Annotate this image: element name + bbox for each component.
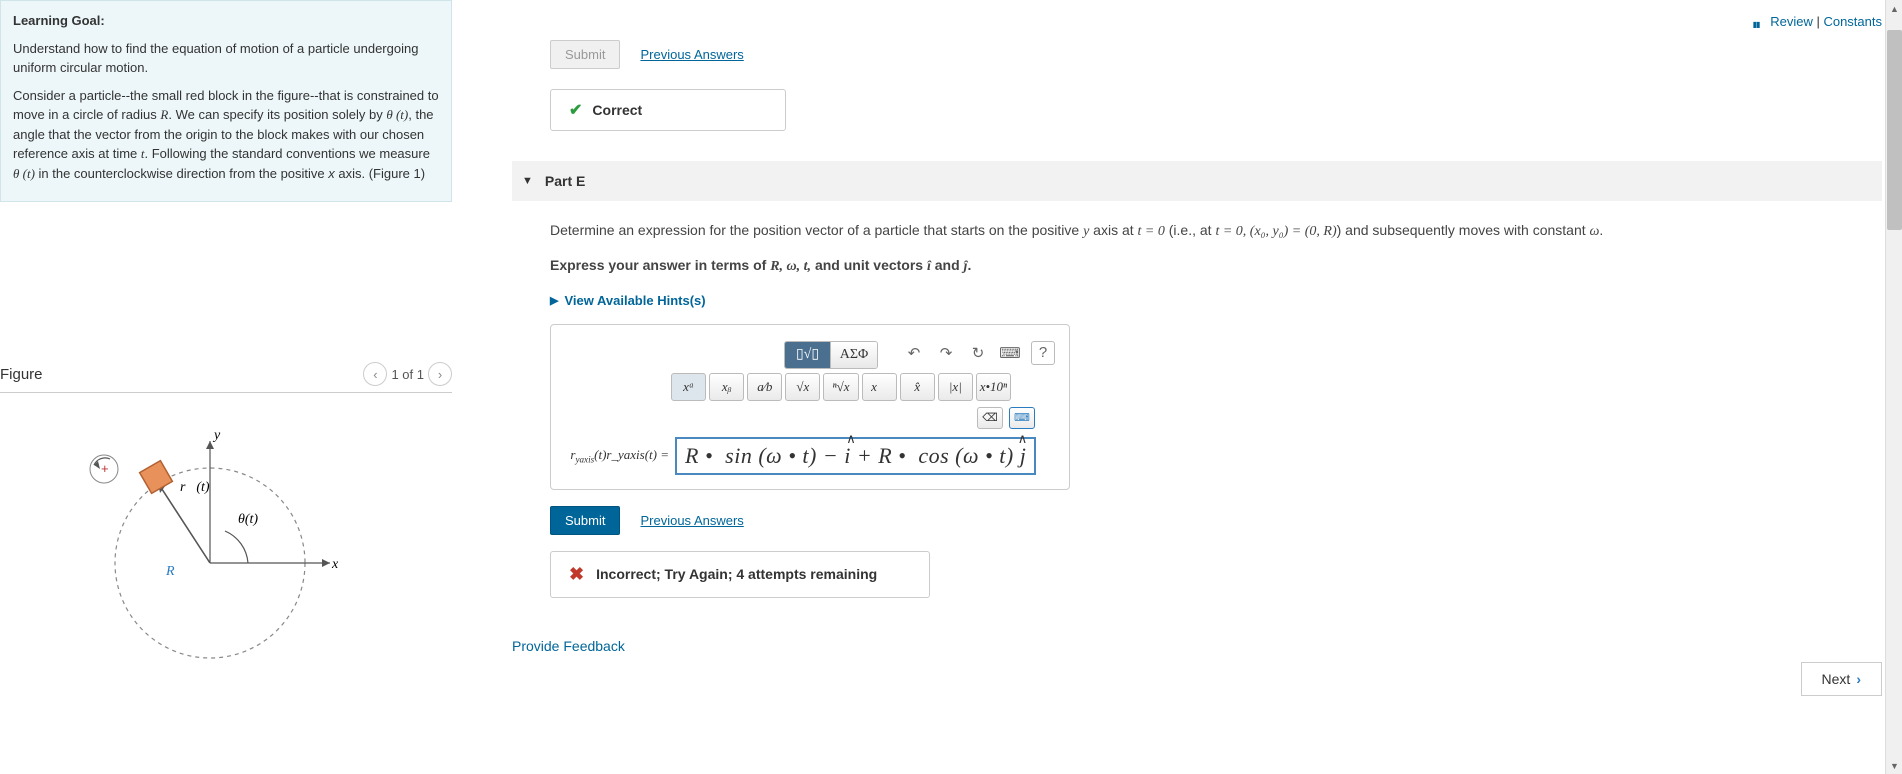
math-sci-btn[interactable]: x•10ⁿ [976,373,1011,401]
previous-answers-link[interactable]: Previous Answers [640,513,743,528]
redo-icon[interactable]: ↷ [935,342,957,364]
next-button[interactable]: Next › [1801,662,1882,696]
answer-input[interactable]: R • sin (ω • t) − ∧i + R • cos (ω • t)∧ … [675,437,1036,475]
part-e-prompt: Determine an expression for the position… [550,219,1882,244]
math-abs-btn[interactable]: |x| [938,373,973,401]
math-superscript-btn[interactable]: xᵃ [671,373,706,401]
greek-tab[interactable]: ΑΣΦ [831,342,877,368]
learning-goal-box: Learning Goal: Understand how to find th… [0,0,452,202]
figure-image: x y r⃗(t) θ(t) R + [0,393,452,696]
top-links: Review | Constants [1753,14,1882,30]
math-nroot-btn[interactable]: ⁿ√x [823,373,858,401]
answer-label: ryaxis(t)r_yaxis(t) = [565,447,669,465]
help-icon[interactable]: ? [1031,341,1055,365]
provide-feedback-link[interactable]: Provide Feedback [512,638,1882,654]
learning-goal-p2: Consider a particle--the small red block… [13,86,439,184]
svg-text:θ(t): θ(t) [238,512,258,527]
scrollbar-thumb[interactable] [1887,30,1902,230]
view-hints-link[interactable]: ▶ View Available Hints(s) [550,293,1882,308]
keyboard-icon[interactable]: ⌨ [999,342,1021,364]
figure-title: Figure [0,366,43,383]
figure-section: Figure ‹ 1 of 1 › x y [0,362,452,696]
equation-editor: ▯√▯ ΑΣΦ ↶ ↷ ↻ ⌨ ? xᵃ xᵦ a⁄b √x ⁿ√x x⃗ x̂… [550,324,1070,490]
math-sqrt-btn[interactable]: √x [785,373,820,401]
keyboard-toggle-icon[interactable]: ⌨ [1009,407,1035,429]
part-e-instruction: Express your answer in terms of R, ω, t,… [550,254,1882,279]
undo-icon[interactable]: ↶ [903,342,925,364]
correct-feedback: ✔ Correct [550,89,786,131]
templates-tab[interactable]: ▯√▯ [785,342,831,368]
svg-text:x: x [331,557,339,572]
chevron-right-icon: › [1856,671,1861,687]
incorrect-text: Incorrect; Try Again; 4 attempts remaini… [596,566,877,582]
scroll-up-arrow[interactable]: ▲ [1886,0,1902,17]
submit-button[interactable]: Submit [550,506,620,535]
prev-submit-button[interactable]: Submit [550,40,620,69]
learning-goal-heading: Learning Goal: [13,13,105,28]
check-icon: ✔ [569,100,582,120]
learning-goal-p1: Understand how to find the equation of m… [13,39,439,78]
reset-icon[interactable]: ↻ [967,342,989,364]
figure-prev-button[interactable]: ‹ [363,362,387,386]
svg-text:+: + [101,461,109,476]
math-hat-btn[interactable]: x̂ [900,373,935,401]
figure-next-button[interactable]: › [428,362,452,386]
svg-text:R: R [165,564,175,579]
x-icon: ✖ [569,564,584,585]
pause-icon [1753,15,1763,30]
correct-label: Correct [592,102,642,118]
scroll-down-arrow[interactable]: ▼ [1886,757,1902,774]
part-e-header[interactable]: ▼ Part E [512,161,1882,201]
review-link[interactable]: Review [1770,14,1813,29]
math-subscript-btn[interactable]: xᵦ [709,373,744,401]
constants-link[interactable]: Constants [1823,14,1882,29]
incorrect-feedback: ✖ Incorrect; Try Again; 4 attempts remai… [550,551,930,598]
svg-text:r⃗(t): r⃗(t) [180,480,210,495]
collapse-icon: ▼ [522,175,533,187]
math-vector-btn[interactable]: x⃗ [862,373,897,401]
svg-text:y: y [212,428,221,443]
math-fraction-btn[interactable]: a⁄b [747,373,782,401]
prev-answers-link[interactable]: Previous Answers [640,47,743,62]
scrollbar[interactable]: ▲ ▼ [1885,0,1902,774]
part-e-title: Part E [545,173,585,189]
figure-counter: 1 of 1 [391,367,424,382]
backspace-icon[interactable]: ⌫ [977,407,1003,429]
